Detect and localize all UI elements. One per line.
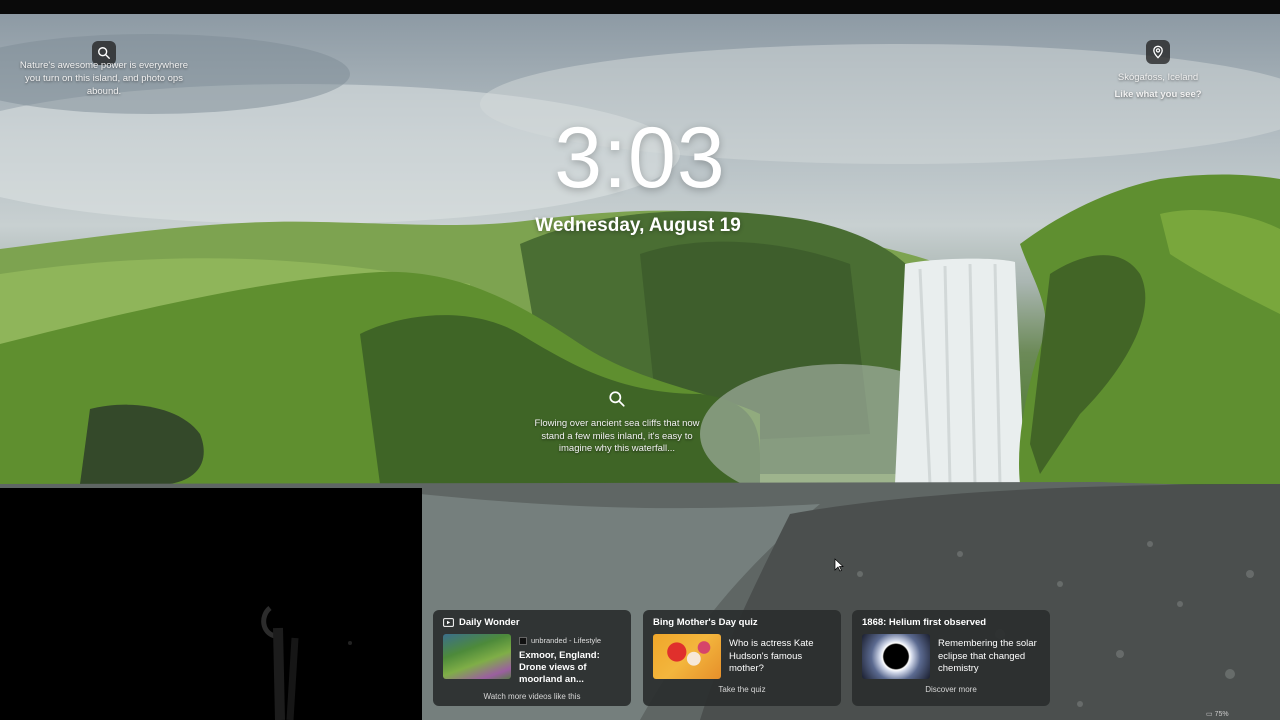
like-prompt[interactable]: Like what you see? [1098,88,1218,101]
lockscreen-time: 3:03 [554,110,726,206]
mothers-day-quiz-card[interactable]: Bing Mother's Day quiz Who is actress Ka… [643,610,841,706]
card-body: unbranded - Lifestyle Exmoor, England: D… [443,634,621,686]
discover-more-link[interactable]: Discover more [862,685,1040,694]
center-tip-text[interactable]: Flowing over ancient sea cliffs that now… [528,418,706,456]
card-title-text: Daily Wonder [459,617,520,628]
top-bar [0,0,1280,14]
watch-more-link[interactable]: Watch more videos like this [443,692,621,701]
location-info: Skógafoss, Iceland Like what you see? [1098,71,1218,101]
card-title: Bing Mother's Day quiz [653,617,831,628]
flowers-thumbnail[interactable] [653,634,721,679]
quiz-question[interactable]: Who is actress Kate Hudson's famous moth… [729,638,831,679]
card-title: Daily Wonder [443,617,621,628]
card-title-text: 1868: Helium first observed [862,617,987,628]
card-body: Remembering the solar eclipse that chang… [862,634,1040,679]
eclipse-thumbnail[interactable] [862,634,930,679]
battery-indicator: ▭ 75% [1206,710,1229,718]
left-tip-text[interactable]: Nature's awesome power is everywhere you… [18,59,190,98]
card-title: 1868: Helium first observed [862,617,1040,628]
location-pin-icon [1153,45,1163,59]
card-headline[interactable]: Exmoor, England: Drone views of moorland… [519,650,621,686]
helium-card[interactable]: 1868: Helium first observed Remembering … [852,610,1050,706]
lockscreen-date: Wednesday, August 19 [535,215,741,236]
search-icon[interactable] [608,390,626,408]
location-button[interactable] [1146,40,1170,64]
location-name[interactable]: Skógafoss, Iceland [1118,72,1198,83]
card-body: Who is actress Kate Hudson's famous moth… [653,634,831,679]
take-quiz-link[interactable]: Take the quiz [653,685,831,694]
battery-level: 75% [1214,711,1229,718]
card-title-text: Bing Mother's Day quiz [653,617,758,628]
search-icon [98,47,110,59]
moorland-thumbnail[interactable] [443,634,511,679]
battery-icon: ▭ [1206,711,1213,718]
card-description[interactable]: Remembering the solar eclipse that chang… [938,638,1040,679]
card-source: unbranded - Lifestyle [519,636,621,645]
video-overlay-panel [0,488,422,720]
video-icon [443,618,454,627]
source-label: unbranded - Lifestyle [531,636,602,645]
source-logo [519,636,527,645]
daily-wonder-card[interactable]: Daily Wonder unbranded - Lifestyle Exmoo… [433,610,631,706]
mouse-cursor [834,558,844,572]
dim-figure-image [261,606,352,720]
